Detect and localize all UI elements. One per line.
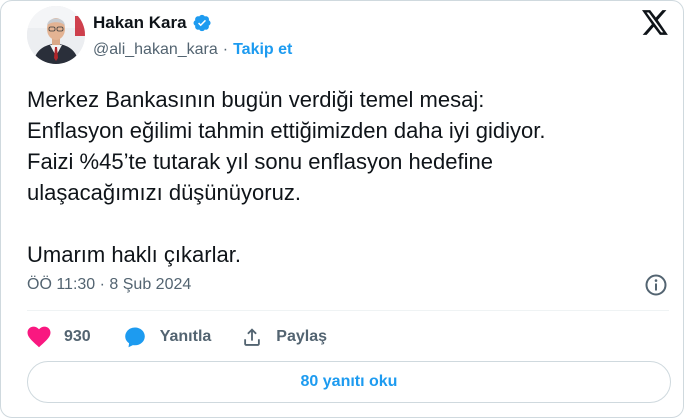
separator-dot: · bbox=[222, 41, 229, 58]
reply-button[interactable]: Yanıtla bbox=[123, 325, 212, 349]
tweet-line: ulaşacağımızı düşünüyoruz. bbox=[27, 180, 301, 205]
divider bbox=[27, 310, 669, 311]
action-bar: 930 Yanıtla Paylaş bbox=[27, 321, 327, 353]
like-button[interactable]: 930 bbox=[27, 326, 91, 348]
avatar[interactable] bbox=[27, 6, 85, 64]
tweet-text: Merkez Bankasının bugün verdiği temel me… bbox=[27, 84, 667, 270]
share-button[interactable]: Paylaş bbox=[241, 326, 327, 348]
avatar-photo bbox=[27, 6, 85, 64]
share-icon bbox=[241, 326, 263, 348]
like-count: 930 bbox=[64, 328, 91, 345]
reply-bubble-icon bbox=[123, 325, 147, 349]
heart-icon bbox=[27, 326, 51, 348]
reply-label: Yanıtla bbox=[159, 328, 212, 345]
follow-link[interactable]: Takip et bbox=[233, 41, 292, 59]
tweet-line: Merkez Bankasının bugün verdiği temel me… bbox=[27, 87, 485, 112]
share-label: Paylaş bbox=[276, 328, 327, 345]
author-display-name[interactable]: Hakan Kara bbox=[93, 13, 187, 33]
tweet-timestamp[interactable]: ÖÖ 11:30 · 8 Şub 2024 bbox=[27, 276, 191, 294]
tweet-embed-card: Hakan Kara @ali_hakan_kara · Takip et Me… bbox=[0, 0, 684, 418]
info-icon[interactable] bbox=[644, 273, 668, 297]
author-handle-row: @ali_hakan_kara · Takip et bbox=[93, 41, 292, 59]
author-name-row: Hakan Kara bbox=[93, 13, 212, 33]
tweet-line: Faizi %45’te tutarak yıl sonu enflasyon … bbox=[27, 149, 493, 174]
read-replies-button[interactable]: 80 yanıtı oku bbox=[27, 361, 671, 403]
author-handle[interactable]: @ali_hakan_kara bbox=[93, 41, 218, 59]
tweet-closing-line: Umarım haklı çıkarlar. bbox=[27, 242, 241, 267]
verified-badge-icon bbox=[192, 13, 212, 33]
tweet-line: Enflasyon eğilimi tahmin ettiğimizden da… bbox=[27, 118, 546, 143]
x-logo-icon[interactable] bbox=[642, 10, 669, 35]
